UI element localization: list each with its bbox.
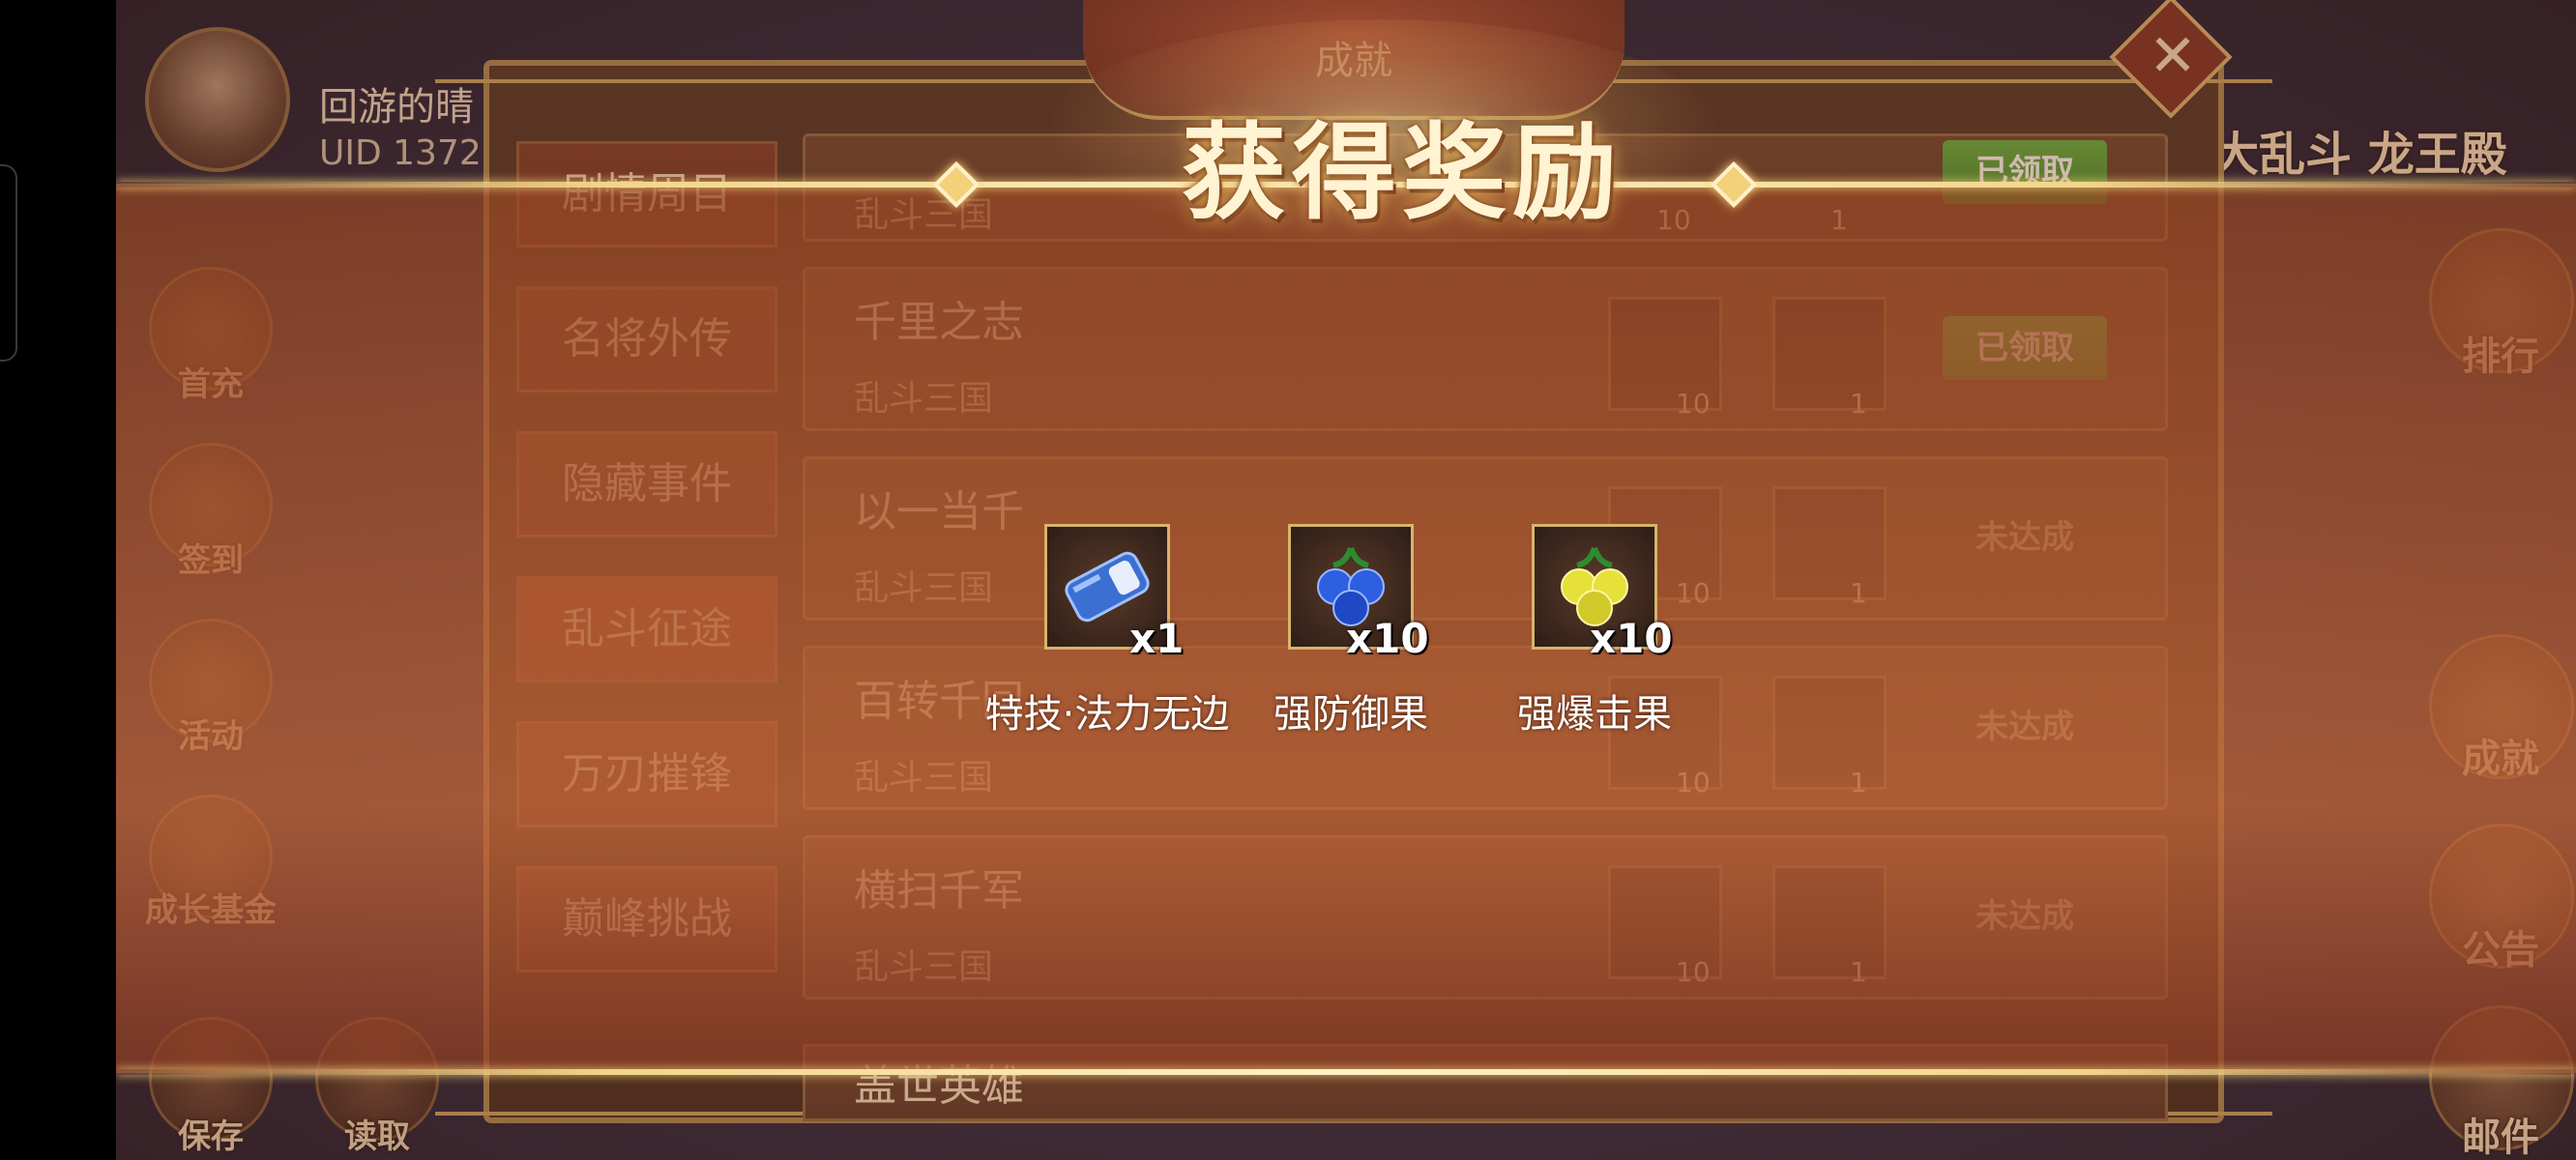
achievement-row: 以一当千 乱斗三国 10 1 未达成 — [803, 456, 2168, 621]
claimed-button[interactable]: 已领取 — [1943, 140, 2107, 204]
status-label: 未达成 — [1976, 897, 2074, 936]
claimed-button[interactable]: 已领取 — [1943, 316, 2107, 380]
tab-hidden-events[interactable]: 隐藏事件 — [516, 431, 777, 537]
player-name: 回游的晴 — [319, 85, 474, 130]
row-count: 1 — [1850, 388, 1867, 420]
row-title: 横扫千军 — [854, 866, 1024, 915]
row-title: 千里之志 — [854, 298, 1024, 347]
row-count: 1 — [1850, 767, 1867, 798]
row-subtitle: 乱斗三国 — [854, 947, 994, 987]
row-count: 1 — [1850, 577, 1867, 609]
achievement-label: 成就 — [2462, 737, 2539, 781]
achievement-row-partial: 盖世英雄 — [803, 1044, 2168, 1121]
reward-slot[interactable] — [1772, 865, 1887, 979]
row-count: 10 — [1676, 388, 1711, 420]
achievement-row: 乱斗三国 10 1 已领取 — [803, 133, 2168, 242]
row-subtitle: 乱斗三国 — [854, 758, 994, 798]
row-subtitle: 乱斗三国 — [854, 195, 994, 235]
notice-label: 公告 — [2462, 928, 2539, 972]
tab-generals[interactable]: 名将外传 — [516, 286, 777, 392]
reward-slot[interactable] — [1772, 486, 1887, 600]
phone-edge — [0, 164, 17, 362]
tab-blades[interactable]: 万刃摧锋 — [516, 721, 777, 827]
status-label: 未达成 — [1976, 518, 2074, 557]
growth-fund-label: 成长基金 — [145, 891, 277, 930]
tab-story[interactable]: 剧情周目 — [516, 141, 777, 247]
first-recharge-label: 首充 — [178, 365, 244, 404]
achievement-tabs: 剧情周目 名将外传 隐藏事件 乱斗征途 万刃摧锋 巅峰挑战 — [516, 141, 777, 1011]
row-count: 10 — [1676, 956, 1711, 988]
row-title: 以一当千 — [854, 487, 1024, 536]
achievement-row: 横扫千军 乱斗三国 10 1 未达成 — [803, 835, 2168, 1000]
achievement-list: 乱斗三国 10 1 已领取 千里之志 乱斗三国 10 1 已领取 以一当千 乱斗… — [803, 133, 2168, 1025]
player-avatar[interactable] — [145, 27, 290, 172]
tab-peak[interactable]: 巅峰挑战 — [516, 866, 777, 972]
sign-in-label: 签到 — [178, 541, 244, 580]
row-count: 10 — [1676, 577, 1711, 609]
reward-slot[interactable] — [1772, 676, 1887, 790]
row-subtitle: 乱斗三国 — [854, 379, 994, 419]
player-uid: UID 1372 — [319, 133, 482, 173]
game-screen: 回游的晴 UID 1372 首充 签到 活动 成长基金 保存 读取 排行 成就 … — [116, 0, 2576, 1160]
achievement-row: 百转千回 乱斗三国 10 1 未达成 — [803, 646, 2168, 810]
status-label: 未达成 — [1976, 708, 2074, 746]
tab-brawl[interactable]: 乱斗征途 — [516, 576, 777, 682]
save-label: 保存 — [178, 1117, 244, 1156]
row-title: 盖世英雄 — [854, 1061, 1024, 1111]
stage-title: 大乱斗 龙王殿 — [2212, 128, 2507, 182]
reward-slot[interactable] — [1772, 297, 1887, 411]
activity-label: 活动 — [178, 717, 244, 756]
row-count: 1 — [1830, 204, 1848, 236]
achievement-row: 千里之志 乱斗三国 10 1 已领取 — [803, 267, 2168, 431]
row-subtitle: 乱斗三国 — [854, 568, 994, 608]
ranking-label: 排行 — [2462, 334, 2539, 379]
mail-label: 邮件 — [2462, 1116, 2539, 1160]
row-count: 10 — [1656, 204, 1691, 236]
row-title: 百转千回 — [854, 677, 1024, 726]
close-icon: ✕ — [2148, 22, 2198, 90]
row-count: 1 — [1850, 956, 1867, 988]
row-count: 10 — [1676, 767, 1711, 798]
panel-header-title: 成就 — [1315, 39, 1392, 83]
